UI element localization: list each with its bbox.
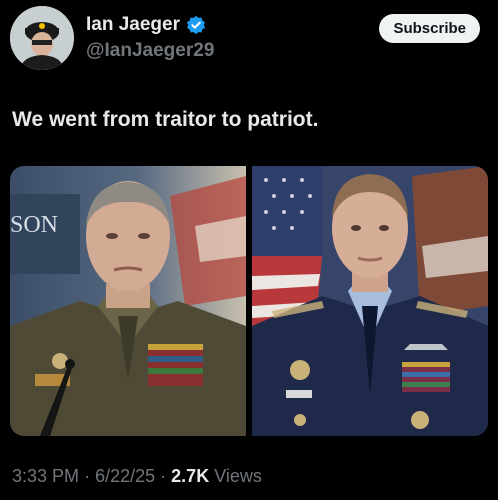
display-name[interactable]: Ian Jaeger	[86, 14, 180, 36]
meta-separator: ·	[84, 466, 91, 486]
portrait-air-force-general-image	[252, 166, 488, 436]
meta-separator-2: ·	[160, 466, 167, 486]
tweet-header: Ian Jaeger @IanJaeger29 Subscribe	[10, 6, 488, 70]
avatar[interactable]	[10, 6, 74, 70]
avatar-image	[10, 6, 74, 70]
photo-right[interactable]	[252, 166, 488, 436]
timestamp-time[interactable]: 3:33 PM	[12, 466, 79, 486]
photo-left[interactable]: SON	[10, 166, 246, 436]
subscribe-button[interactable]: Subscribe	[379, 14, 480, 43]
media-grid[interactable]: SON	[10, 166, 488, 436]
handle[interactable]: @IanJaeger29	[86, 40, 214, 62]
views-count: 2.7K	[171, 466, 210, 486]
name-row: Ian Jaeger	[86, 14, 206, 36]
timestamp-date[interactable]: 6/22/25	[95, 466, 155, 486]
tweet-meta: 3:33 PM · 6/22/25 · 2.7K Views	[12, 466, 262, 487]
tweet-text: We went from traitor to patriot.	[12, 108, 319, 131]
verified-badge-icon	[186, 15, 206, 35]
sign-text: SON	[10, 212, 58, 238]
portrait-army-general-image: SON	[10, 166, 246, 436]
views-label: Views	[214, 466, 262, 486]
